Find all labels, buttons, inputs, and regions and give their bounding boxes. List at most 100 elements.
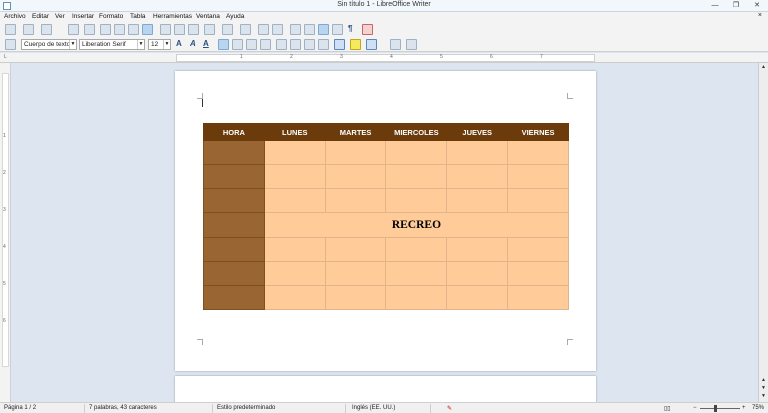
bold-icon[interactable]: A <box>176 38 182 49</box>
zoom-slider[interactable] <box>700 408 740 409</box>
insert-table-icon[interactable] <box>272 24 283 35</box>
menu-ventana[interactable]: Ventana <box>196 13 220 20</box>
font-name-select[interactable]: Liberation Serif ▼ <box>79 39 145 50</box>
vertical-scrollbar[interactable]: ▲ ▲ ▼ ▼ <box>758 63 768 402</box>
clone-formatting-icon[interactable] <box>204 24 215 35</box>
table-cell[interactable] <box>263 260 326 286</box>
table-cell[interactable] <box>263 188 326 214</box>
edit-mode-icon[interactable] <box>84 24 95 35</box>
scroll-up-icon[interactable]: ▲ <box>759 63 768 71</box>
hora-cell[interactable] <box>203 212 265 238</box>
document-page[interactable]: HORA LUNES MARTES MIERCOLES JUEVES VIERN… <box>175 71 596 371</box>
document-workspace[interactable]: HORA LUNES MARTES MIERCOLES JUEVES VIERN… <box>11 63 758 402</box>
table-cell[interactable] <box>507 284 569 311</box>
second-page[interactable] <box>175 376 596 402</box>
bullet-list-icon[interactable] <box>276 39 287 50</box>
chevron-down-icon[interactable]: ▼ <box>137 40 144 49</box>
hora-cell[interactable] <box>203 260 265 286</box>
hora-cell[interactable] <box>203 140 265 166</box>
hora-cell[interactable] <box>203 284 265 311</box>
increase-indent-icon[interactable] <box>304 39 315 50</box>
font-color-icon[interactable] <box>334 39 345 50</box>
tab-stop-type-icon[interactable]: L <box>4 54 7 60</box>
table-cell[interactable] <box>324 140 387 166</box>
table-cell[interactable] <box>507 236 569 262</box>
justify-icon[interactable] <box>260 39 271 50</box>
print-icon[interactable] <box>100 24 111 35</box>
zoom-out-icon[interactable]: − <box>693 405 697 411</box>
table-cell[interactable] <box>385 164 448 190</box>
page-style[interactable]: Estilo predeterminado <box>217 405 275 411</box>
horizontal-ruler[interactable]: L 1 2 3 4 5 6 7 <box>0 53 768 63</box>
menu-tabla[interactable]: Tabla <box>130 13 146 20</box>
underline-icon[interactable]: A <box>203 38 209 49</box>
styles-icon[interactable] <box>5 39 16 50</box>
zoom-in-icon[interactable]: + <box>742 405 746 411</box>
previous-icon[interactable] <box>390 39 401 50</box>
table-cell[interactable] <box>263 140 326 166</box>
table-cell[interactable] <box>385 236 448 262</box>
numbered-list-icon[interactable] <box>290 39 301 50</box>
zoom-slider-handle[interactable] <box>714 405 717 412</box>
export-pdf-icon[interactable] <box>68 24 79 35</box>
print-preview-icon[interactable] <box>114 24 125 35</box>
italic-icon[interactable]: A <box>190 38 196 49</box>
help-icon[interactable] <box>362 24 373 35</box>
table-cell[interactable] <box>446 284 509 311</box>
next-icon[interactable] <box>406 39 417 50</box>
menu-herramientas[interactable]: Herramientas <box>153 13 192 20</box>
table-cell[interactable] <box>263 164 326 190</box>
close-document-button[interactable]: × <box>758 12 762 19</box>
header-lunes[interactable]: LUNES <box>263 122 326 142</box>
table-cell[interactable] <box>507 188 569 214</box>
zoom-level[interactable]: 75% <box>752 405 764 411</box>
highlight-icon[interactable] <box>350 39 361 50</box>
text-boundaries-icon[interactable] <box>318 24 329 35</box>
table-cell[interactable] <box>263 236 326 262</box>
page-down-icon[interactable]: ▼ <box>759 384 768 392</box>
view-layout-icon[interactable]: ▯▯ <box>664 405 671 412</box>
maximize-button[interactable]: ❐ <box>729 0 743 11</box>
table-cell[interactable] <box>324 260 387 286</box>
table-cell[interactable] <box>324 164 387 190</box>
find-replace-icon[interactable] <box>258 24 269 35</box>
align-left-icon[interactable] <box>218 39 229 50</box>
cut-icon[interactable] <box>160 24 171 35</box>
table-cell[interactable] <box>446 188 509 214</box>
align-center-icon[interactable] <box>232 39 243 50</box>
recreo-cell[interactable]: RECREO <box>263 212 570 238</box>
table-cell[interactable] <box>507 164 569 190</box>
auto-spellcheck-icon[interactable] <box>142 24 153 35</box>
redo-icon[interactable] <box>240 24 251 35</box>
table-cell[interactable] <box>507 140 569 166</box>
page-up-icon[interactable]: ▲ <box>759 376 768 384</box>
formatting-marks-icon[interactable]: ¶ <box>348 23 352 34</box>
menu-archivo[interactable]: Archivo <box>4 13 26 20</box>
vertical-ruler[interactable]: 1 2 3 4 5 6 <box>0 63 11 402</box>
font-size-select[interactable]: 12 ▼ <box>148 39 171 50</box>
decrease-indent-icon[interactable] <box>318 39 329 50</box>
close-window-button[interactable]: ✕ <box>749 0 765 11</box>
document-modified-icon[interactable]: ✎ <box>447 405 452 412</box>
save-icon[interactable] <box>41 24 52 35</box>
menu-insertar[interactable]: Insertar <box>72 13 94 20</box>
spellcheck-icon[interactable] <box>128 24 139 35</box>
open-icon[interactable] <box>23 24 34 35</box>
hora-cell[interactable] <box>203 236 265 262</box>
menu-formato[interactable]: Formato <box>99 13 123 20</box>
table-cell[interactable] <box>263 284 326 311</box>
language[interactable]: Inglés (EE. UU.) <box>352 405 395 411</box>
table-cell[interactable] <box>385 188 448 214</box>
paragraph-style-select[interactable]: Cuerpo de texto ▼ <box>21 39 77 50</box>
table-cell[interactable] <box>446 236 509 262</box>
hora-cell[interactable] <box>203 188 265 214</box>
header-miercoles[interactable]: MIERCOLES <box>385 122 448 142</box>
table-cell[interactable] <box>385 140 448 166</box>
header-jueves[interactable]: JUEVES <box>446 122 509 142</box>
undo-icon[interactable] <box>222 24 233 35</box>
insert-image-icon[interactable] <box>290 24 301 35</box>
minimize-button[interactable]: — <box>708 0 722 11</box>
scroll-down-icon[interactable]: ▼ <box>759 392 768 400</box>
table-cell[interactable] <box>324 284 387 311</box>
table-cell[interactable] <box>507 260 569 286</box>
